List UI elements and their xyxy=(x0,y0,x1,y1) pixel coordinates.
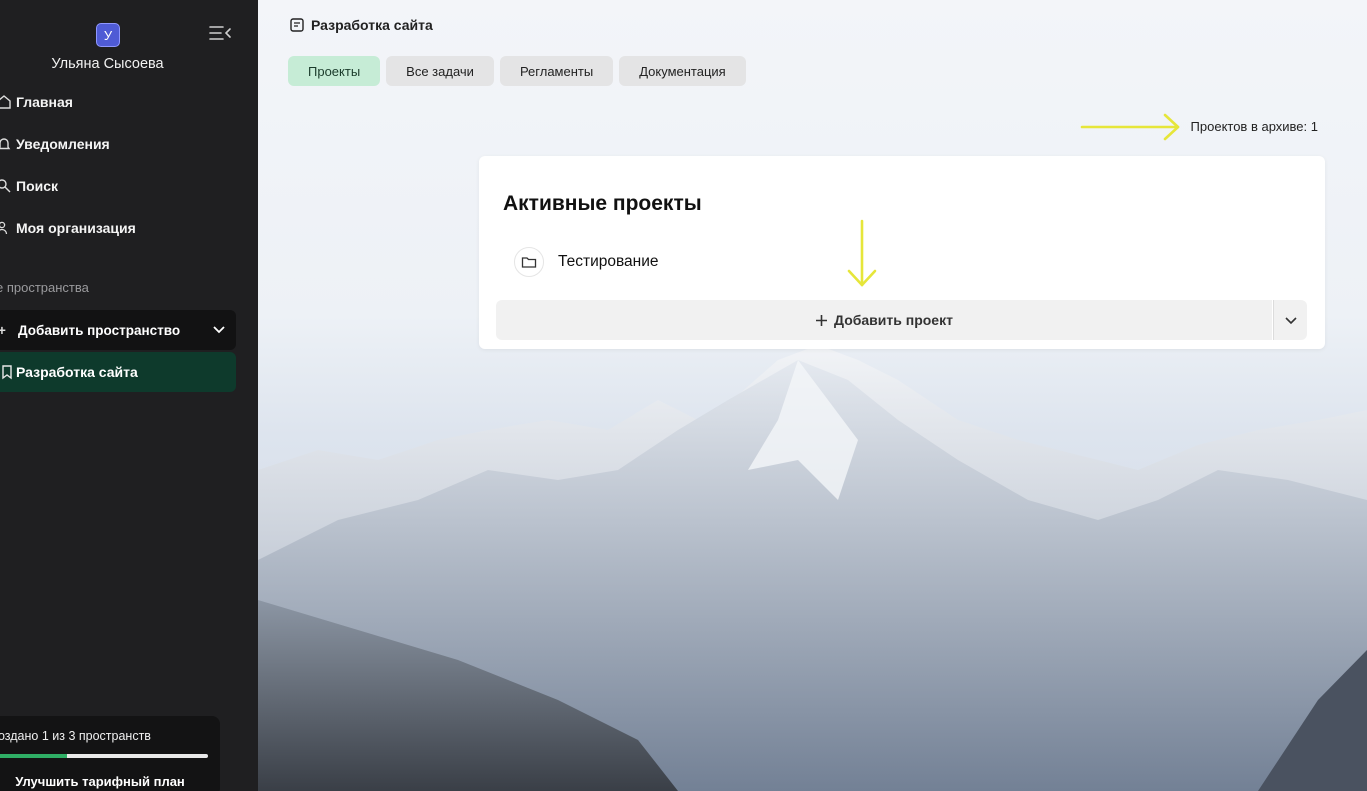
annotation-arrow-down xyxy=(847,219,877,287)
plan-progress-bar xyxy=(0,754,208,758)
tab-all-tasks[interactable]: Все задачи xyxy=(386,56,494,86)
avatar[interactable]: У xyxy=(96,23,120,47)
main-area: Разработка сайта Проекты Все задачи Регл… xyxy=(258,0,1367,791)
add-project-button[interactable]: Добавить проект xyxy=(496,300,1272,340)
tab-projects[interactable]: Проекты xyxy=(288,56,381,86)
plus-icon xyxy=(816,314,828,326)
bell-icon xyxy=(0,138,11,150)
project-name: Тестирование xyxy=(558,253,659,270)
active-projects-card: Активные проекты Тестирование Добавить п… xyxy=(479,156,1325,349)
plan-progress-fill xyxy=(0,754,68,758)
space-item-website[interactable]: Разработка сайта xyxy=(0,352,236,392)
space-item-label: Разработка сайта xyxy=(16,364,138,380)
chevron-down-icon[interactable] xyxy=(212,322,226,336)
plan-usage-text: оздано 1 из 3 пространств xyxy=(0,729,151,743)
add-project-label: Добавить проект xyxy=(834,312,953,328)
spaces-section-label: е пространства xyxy=(0,280,89,295)
plus-icon: + xyxy=(0,322,6,338)
page-title-text: Разработка сайта xyxy=(311,17,433,33)
add-space-label: Добавить пространство xyxy=(18,322,181,338)
nav-item-organization[interactable]: Моя организация xyxy=(0,216,136,240)
nav-item-search[interactable]: Поиск xyxy=(0,174,58,198)
user-name: Ульяна Сысоева xyxy=(51,56,164,72)
space-icon xyxy=(290,18,304,32)
nav-label: Главная xyxy=(16,94,73,110)
home-icon xyxy=(0,95,11,109)
nav-label: Поиск xyxy=(16,178,59,194)
tab-bar: Проекты Все задачи Регламенты Документац… xyxy=(288,56,746,86)
sidebar: У Ульяна Сысоева Главная Уведомления Пои… xyxy=(0,0,258,791)
nav-label: Моя организация xyxy=(16,220,136,236)
add-project-dropdown-button[interactable] xyxy=(1273,300,1307,340)
space-icon xyxy=(2,365,12,380)
chevron-down-icon xyxy=(1284,317,1297,325)
project-item[interactable]: Тестирование xyxy=(514,247,659,277)
archive-count-link[interactable]: Проектов в архиве: 1 xyxy=(1191,119,1318,134)
add-space-button[interactable]: + Добавить пространство xyxy=(0,310,236,350)
card-title: Активные проекты xyxy=(503,192,702,215)
plan-box: оздано 1 из 3 пространств Улучшить тариф… xyxy=(0,716,220,791)
nav-label: Уведомления xyxy=(16,136,110,152)
nav-item-home[interactable]: Главная xyxy=(0,90,73,114)
search-icon xyxy=(0,179,11,193)
page-title: Разработка сайта xyxy=(290,17,433,33)
tab-documentation[interactable]: Документация xyxy=(619,56,746,86)
annotation-arrow-right xyxy=(1080,113,1180,141)
nav-item-notifications[interactable]: Уведомления xyxy=(0,132,110,156)
collapse-sidebar-icon[interactable] xyxy=(208,24,232,42)
people-icon xyxy=(0,221,8,235)
upgrade-plan-button[interactable]: Улучшить тарифный план xyxy=(0,774,210,789)
folder-icon xyxy=(514,247,544,277)
tab-regulations[interactable]: Регламенты xyxy=(499,56,614,86)
